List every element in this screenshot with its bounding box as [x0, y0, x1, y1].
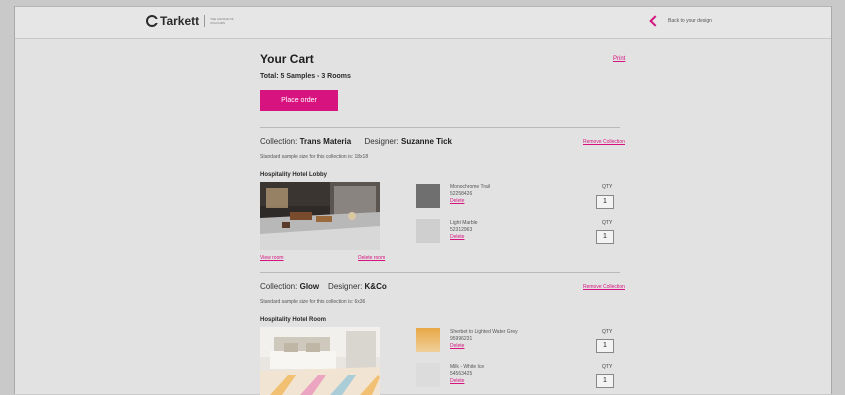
hotel-room-image — [260, 327, 380, 395]
qty-label: QTY — [602, 184, 613, 190]
product-swatch — [416, 363, 440, 387]
delete-product-link[interactable]: Delete — [450, 378, 484, 385]
collection-label: Collection: — [260, 282, 298, 291]
delete-room-link[interactable]: Delete room — [358, 255, 385, 261]
product-info: Monochrome Trail 52258426 Delete — [450, 184, 490, 205]
page-title: Your Cart — [260, 52, 314, 66]
quantity-input[interactable]: 1 — [596, 230, 614, 244]
qty-label: QTY — [602, 329, 613, 335]
designer-name: K&Co — [364, 282, 387, 291]
sample-size-note: Standard sample size for this collection… — [260, 299, 366, 305]
room-thumbnail[interactable] — [260, 182, 380, 250]
product-name: Monochrome Trail — [450, 184, 491, 190]
product-info: Milk - White Ice 54563425 Delete — [450, 364, 484, 385]
remove-collection-link[interactable]: Remove Collection — [583, 139, 625, 145]
product-code: 52258426 — [450, 191, 473, 197]
collection-name: Trans Materia — [299, 137, 352, 146]
delete-product-link[interactable]: Delete — [450, 198, 490, 205]
product-info: Light Marble 52312963 Delete — [450, 220, 478, 241]
collection-name: Glow — [299, 282, 320, 291]
product-swatch — [416, 219, 440, 243]
quantity-input[interactable]: 1 — [596, 374, 614, 388]
tarkett-logo[interactable]: Tarkett THE CHOICE OF COLOURS — [146, 14, 244, 28]
place-order-button[interactable]: Place order — [260, 90, 338, 111]
product-name: Light Marble — [450, 220, 478, 226]
chevron-left-icon — [649, 15, 661, 27]
back-label: Back to your design — [668, 18, 712, 24]
product-name: Milk - White Ice — [450, 364, 485, 370]
view-room-link[interactable]: View room — [260, 255, 284, 261]
hotel-lobby-image — [260, 182, 380, 250]
designer-label: Designer: — [364, 137, 399, 146]
logo-text: Tarkett — [160, 14, 200, 28]
product-code: 95996231 — [450, 336, 473, 342]
delete-product-link[interactable]: Delete — [450, 343, 518, 350]
logo-divider — [204, 15, 206, 27]
room-name: Hospitality Hotel Room — [260, 317, 327, 323]
page-frame: Tarkett THE CHOICE OF COLOURS Back to yo… — [14, 6, 832, 395]
product-code: 52312963 — [450, 227, 473, 233]
room-name: Hospitality Hotel Lobby — [260, 172, 328, 178]
logo-tagline: THE CHOICE OF COLOURS — [210, 17, 234, 25]
section-divider — [260, 272, 620, 273]
collection-header: Collection: Trans Materia Designer: Suza… — [260, 137, 452, 146]
cart-total: Total: 5 Samples - 3 Rooms — [260, 73, 351, 80]
product-swatch — [416, 184, 440, 208]
back-to-design-link[interactable]: Back to your design — [649, 15, 712, 27]
section-divider — [260, 127, 620, 128]
sample-size-note: Standard sample size for this collection… — [260, 154, 369, 160]
qty-label: QTY — [602, 220, 613, 226]
designer-name: Suzanne Tick — [401, 137, 452, 146]
collection-label: Collection: — [260, 137, 298, 146]
room-thumbnail[interactable] — [260, 327, 380, 395]
print-link[interactable]: Print — [613, 56, 625, 62]
product-swatch — [416, 328, 440, 352]
collection-header: Collection: Glow Designer: K&Co — [260, 282, 387, 291]
delete-product-link[interactable]: Delete — [450, 234, 478, 241]
quantity-input[interactable]: 1 — [596, 195, 614, 209]
qty-label: QTY — [602, 364, 613, 370]
product-info: Sherbet to Lighted Water Grey 95996231 D… — [450, 329, 518, 350]
product-code: 54563425 — [450, 371, 473, 377]
designer-label: Designer: — [328, 282, 363, 291]
tarkett-logo-icon — [146, 15, 158, 27]
top-bar: Tarkett THE CHOICE OF COLOURS Back to yo… — [15, 7, 831, 39]
quantity-input[interactable]: 1 — [596, 339, 614, 353]
product-name: Sherbet to Lighted Water Grey — [450, 329, 518, 335]
remove-collection-link[interactable]: Remove Collection — [583, 284, 625, 290]
